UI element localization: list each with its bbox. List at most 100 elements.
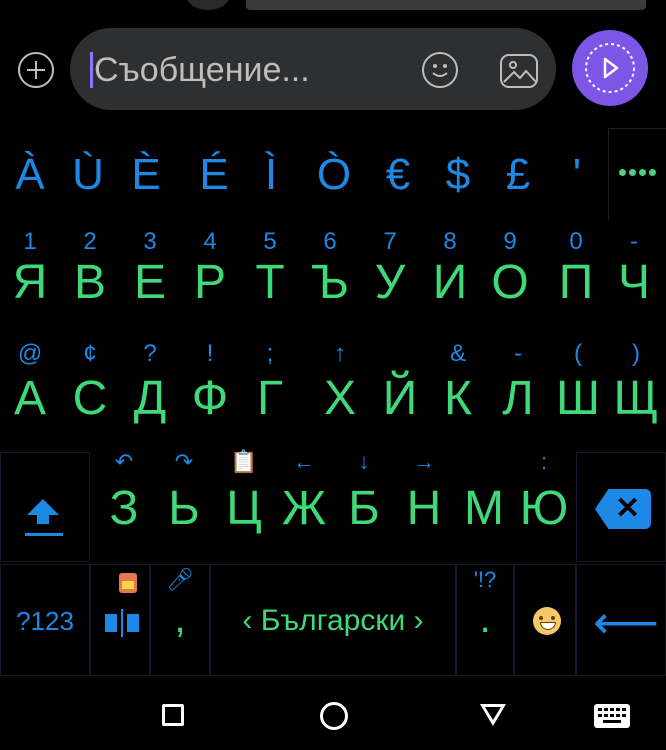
key[interactable]: ? Д — [120, 342, 180, 438]
key[interactable]: ↓ Б — [334, 450, 394, 550]
key-label: Ж — [281, 482, 327, 535]
key-hint: ? — [143, 340, 157, 367]
key-label: П — [558, 256, 594, 309]
symbols-key[interactable]: ?123 — [0, 564, 90, 676]
key-label: Я — [12, 256, 48, 309]
key[interactable]: 8И — [420, 230, 480, 318]
back-button[interactable] — [480, 704, 506, 726]
key-hint: ) — [632, 340, 640, 367]
gallery-button[interactable] — [500, 54, 538, 88]
key[interactable]: Й — [370, 342, 430, 438]
key[interactable]: (Ш — [548, 342, 608, 438]
key-hint: ! — [206, 340, 214, 367]
home-button[interactable] — [320, 702, 348, 730]
key[interactable]: ; Г — [240, 342, 300, 438]
key[interactable]: 4Р — [180, 230, 240, 318]
key-label: С — [72, 372, 108, 425]
key[interactable]: ¢ С — [60, 342, 120, 438]
voice-send-button[interactable] — [572, 30, 648, 106]
key-hint: ( — [574, 340, 582, 367]
key[interactable]: 0П — [546, 230, 606, 318]
key[interactable]: → Н — [394, 450, 454, 550]
key[interactable]: & К — [428, 342, 488, 438]
key-label: Щ — [613, 372, 659, 425]
dot-icon — [639, 169, 646, 176]
key-hint: ← — [293, 449, 315, 474]
key[interactable]: 6Ъ — [300, 230, 360, 318]
backspace-key[interactable]: ✕ — [576, 452, 666, 562]
suggestion-key[interactable]: £ — [498, 140, 538, 210]
key[interactable]: 9О — [480, 230, 540, 318]
microphone-icon: 🎤︎ — [166, 567, 194, 592]
key-label: Ц — [226, 482, 262, 535]
message-field[interactable] — [70, 28, 556, 110]
key[interactable]: ↷ Ь — [154, 450, 214, 550]
key-label: Р — [193, 256, 226, 309]
language-label: ‹ Български › — [242, 604, 424, 637]
key-hint: 8 — [443, 228, 457, 255]
emoji-key[interactable] — [514, 564, 576, 676]
recents-button[interactable] — [162, 704, 184, 726]
enter-key[interactable]: ⟵ — [576, 564, 666, 676]
key[interactable]: 1Я — [0, 230, 60, 318]
key[interactable]: -Ч — [604, 230, 664, 318]
keyboard-switch-button[interactable] — [594, 704, 630, 728]
period-key[interactable]: '!? . — [456, 564, 514, 676]
key-hint: 5 — [263, 228, 277, 255]
key[interactable]: 7У — [360, 230, 420, 318]
key[interactable]: 5Т — [240, 230, 300, 318]
shift-key[interactable] — [0, 452, 90, 562]
key-label: Ъ — [311, 256, 349, 309]
comma-label: , — [174, 597, 186, 641]
key[interactable]: 2В — [60, 230, 120, 318]
suggestion-key[interactable]: È — [126, 140, 166, 210]
top-avatar-remnant — [186, 0, 230, 10]
key-hint: ↷ — [174, 449, 194, 474]
suggestion-key[interactable]: Ù — [68, 140, 108, 210]
key[interactable]: ↶ З — [94, 450, 154, 550]
key[interactable]: ← Ж — [274, 450, 334, 550]
key-hint: ↓ — [358, 449, 370, 474]
key-hint: & — [449, 340, 466, 367]
space-key[interactable]: ‹ Български › — [210, 564, 456, 676]
key-hint: 4 — [203, 228, 217, 255]
dot-icon — [629, 169, 636, 176]
key[interactable]: @ А — [0, 342, 60, 438]
key-label: Ю — [519, 482, 569, 535]
text-select-key[interactable] — [90, 564, 150, 676]
emoji-button[interactable] — [422, 52, 458, 88]
key[interactable]: :Ю — [514, 450, 574, 550]
key-label: В — [73, 256, 106, 309]
key-hint: 📋 — [230, 449, 258, 474]
key-label: Г — [257, 372, 283, 425]
key-hint: 2 — [83, 228, 97, 255]
key[interactable]: ) Щ — [606, 342, 666, 438]
suggestion-key[interactable]: À — [10, 140, 50, 210]
period-label: . — [479, 597, 491, 641]
bottom-key-row: ?123 🎤︎ , ‹ Български › '!? . ⟵ — [0, 564, 666, 682]
key-hint: ↑ — [334, 340, 346, 367]
comma-key[interactable]: 🎤︎ , — [150, 564, 210, 676]
key[interactable]: М — [454, 450, 514, 550]
key[interactable]: ! Ф — [180, 342, 240, 438]
message-input[interactable] — [94, 48, 394, 92]
key-hint: ¢ — [83, 340, 97, 367]
key-label: Т — [255, 256, 285, 309]
add-attachment-button[interactable] — [18, 52, 54, 88]
suggestion-key[interactable]: € — [378, 140, 418, 210]
key[interactable]: -Л — [488, 342, 548, 438]
key[interactable]: ↑ Х — [310, 342, 370, 438]
suggestion-key[interactable]: É — [194, 140, 234, 210]
dot-icon — [619, 169, 626, 176]
key-hint: - — [630, 228, 638, 255]
key[interactable]: 3Е — [120, 230, 180, 318]
smiley-icon — [432, 64, 448, 77]
key-hint: : — [540, 449, 548, 474]
suggestion-key[interactable]: $ — [438, 140, 478, 210]
suggestion-key[interactable]: Ì — [256, 140, 286, 210]
suggestion-key[interactable]: ' — [562, 140, 592, 210]
key[interactable]: 📋 Ц — [214, 450, 274, 550]
suggestion-key[interactable]: Ò — [314, 140, 354, 210]
key-hint: 3 — [143, 228, 157, 255]
more-suggestions-button[interactable] — [608, 128, 666, 220]
